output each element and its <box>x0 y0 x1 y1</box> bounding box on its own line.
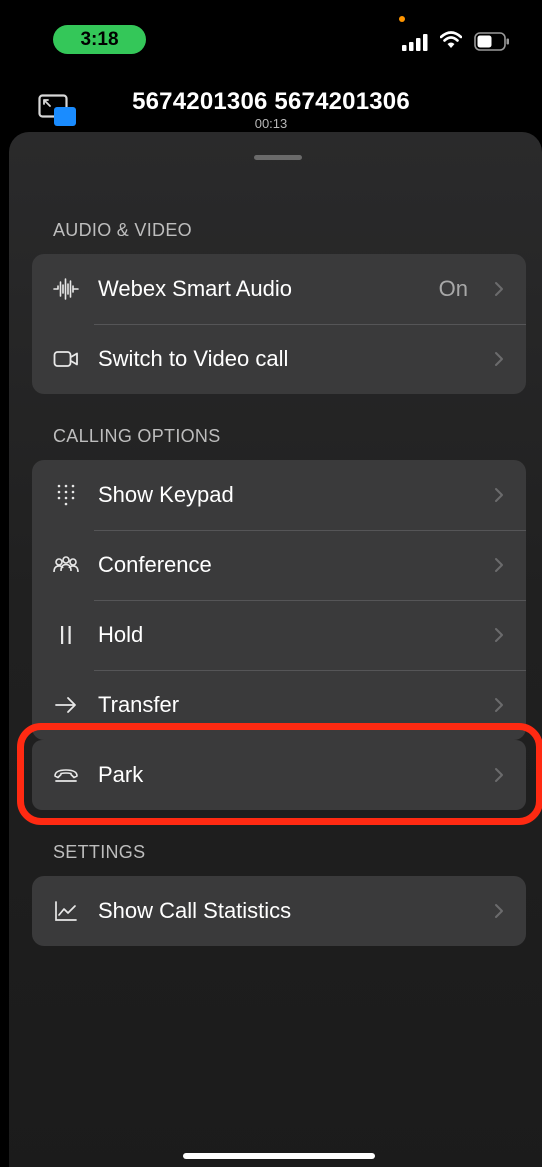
show-keypad-row[interactable]: Show Keypad <box>32 460 526 530</box>
screen: 3:18 5674201306 5674201306 00:13 AUDIO &… <box>0 0 542 1167</box>
status-bar: 3:18 <box>0 0 542 70</box>
video-camera-icon <box>53 347 79 371</box>
hold-row[interactable]: Hold <box>32 600 526 670</box>
webex-smart-audio-value: On <box>438 276 468 301</box>
line-chart-icon <box>53 899 79 923</box>
status-time[interactable]: 3:18 <box>53 25 146 54</box>
sheet-grabber[interactable] <box>254 155 302 160</box>
conference-row[interactable]: Conference <box>32 530 526 600</box>
keypad-icon <box>53 483 79 507</box>
chevron-right-icon <box>495 628 503 642</box>
mic-indicator-icon <box>399 16 405 22</box>
wifi-icon <box>440 31 462 48</box>
caller-name: 5674201306 5674201306 <box>132 88 410 115</box>
webex-smart-audio-label: Webex Smart Audio <box>98 276 293 301</box>
arrow-right-icon <box>53 693 79 717</box>
chevron-right-icon <box>495 558 503 572</box>
chevron-right-icon <box>495 904 503 918</box>
chevron-right-icon <box>495 352 503 366</box>
show-keypad-label: Show Keypad <box>98 482 234 507</box>
transfer-label: Transfer <box>98 692 180 717</box>
calling-options-group: Show Keypad Conference Hold Transfer <box>32 460 526 740</box>
highlight-annotation <box>17 723 542 825</box>
pause-icon <box>53 623 79 647</box>
chevron-right-icon <box>495 698 503 712</box>
section-header-calling-options: CALLING OPTIONS <box>53 426 221 446</box>
call-header: 5674201306 5674201306 00:13 <box>0 70 542 135</box>
section-header-audio-video: AUDIO & VIDEO <box>53 220 192 240</box>
people-icon <box>53 553 79 577</box>
chevron-right-icon <box>495 282 503 296</box>
home-indicator[interactable] <box>183 1153 375 1159</box>
switch-to-video-label: Switch to Video call <box>98 346 289 371</box>
audio-video-group: Webex Smart Audio On Switch to Video cal… <box>32 254 526 394</box>
webex-smart-audio-row[interactable]: Webex Smart Audio On <box>32 254 526 324</box>
waveform-icon <box>53 277 79 301</box>
conference-label: Conference <box>98 552 212 577</box>
settings-group: Show Call Statistics <box>32 876 526 946</box>
cellular-signal-icon <box>402 34 428 51</box>
show-call-statistics-row[interactable]: Show Call Statistics <box>32 876 526 946</box>
chevron-right-icon <box>495 488 503 502</box>
call-duration: 00:13 <box>254 116 288 131</box>
battery-icon <box>474 32 509 51</box>
switch-to-video-row[interactable]: Switch to Video call <box>32 324 526 394</box>
section-header-settings: SETTINGS <box>53 842 146 862</box>
show-call-statistics-label: Show Call Statistics <box>98 898 292 923</box>
hold-label: Hold <box>98 622 144 647</box>
